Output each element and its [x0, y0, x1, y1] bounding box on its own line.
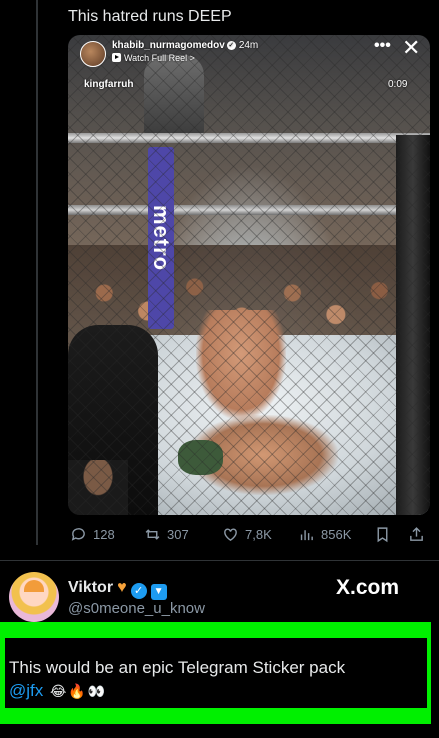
bookmark-icon — [377, 527, 388, 543]
reply-count: 128 — [93, 527, 115, 542]
views-count: 856K — [321, 527, 352, 542]
bookmark-button[interactable] — [374, 526, 391, 543]
eyes-emoji-icon: 👀 — [87, 683, 106, 699]
reel-author-tag: kingfarruh — [84, 79, 134, 90]
share-icon — [410, 527, 423, 541]
fire-emoji-icon: 🔥 — [68, 683, 86, 699]
laughing-emoji-icon: 😂 — [50, 683, 67, 699]
more-dots-icon[interactable]: ••• — [374, 37, 391, 55]
retweet-count: 307 — [167, 527, 189, 542]
highlight-box: This would be an epic Telegram Sticker p… — [0, 622, 431, 724]
avatar[interactable] — [9, 572, 59, 622]
play-icon — [112, 53, 121, 62]
retweet-button[interactable]: 307 — [144, 526, 189, 543]
author-handle[interactable]: @s0meone_u_know — [68, 600, 205, 617]
like-count: 7,8K — [245, 527, 272, 542]
like-button[interactable]: 7,8K — [222, 526, 272, 543]
comment-text: This would be an epic Telegram Sticker p… — [9, 658, 346, 677]
reel-avatar[interactable] — [80, 41, 106, 67]
cage-fence — [68, 35, 430, 515]
bottom-bar — [0, 724, 439, 738]
reel-username-text: khabib_nurmagomedov — [112, 40, 225, 51]
verified-icon: ✓ — [226, 41, 236, 50]
views-button[interactable]: 856K — [298, 526, 351, 543]
reel-duration: 0:09 — [388, 79, 408, 90]
verified-icon: ✓ — [130, 583, 147, 599]
shield-icon: ▼ — [150, 584, 167, 600]
comment-body: This would be an epic Telegram Sticker p… — [9, 656, 425, 703]
thread-line — [36, 0, 38, 545]
author-name: Viktor — [68, 579, 114, 596]
reel-time: 24m — [238, 40, 259, 51]
watch-full-reel-link[interactable]: Watch Full Reel > — [112, 53, 195, 63]
comment-container: This would be an epic Telegram Sticker p… — [5, 638, 427, 708]
heart-outline-icon — [224, 528, 237, 542]
reply-button[interactable]: 128 — [70, 526, 115, 543]
tweet-actions: 128 307 7,8K 856K — [68, 526, 430, 546]
divider — [0, 560, 439, 561]
close-icon[interactable]: ✕ — [402, 35, 420, 61]
watch-full-reel-label: Watch Full Reel > — [124, 53, 195, 63]
views-icon — [300, 530, 313, 541]
tweet-text: This hatred runs DEEP — [68, 8, 232, 25]
site-watermark: X.com — [336, 576, 400, 599]
video-player[interactable]: metro khabib_nurmagomedov✓24m Watch Full… — [68, 35, 430, 515]
mention-link[interactable]: @jfx — [9, 681, 43, 700]
orange-heart-icon: ♥ — [117, 579, 127, 596]
retweet-icon — [145, 529, 160, 540]
reply-icon — [71, 528, 85, 541]
share-button[interactable] — [408, 526, 425, 543]
comment-author[interactable]: Viktor ♥ ✓ ▼ — [68, 579, 167, 600]
reel-username[interactable]: khabib_nurmagomedov ✓ 24m — [112, 40, 258, 51]
